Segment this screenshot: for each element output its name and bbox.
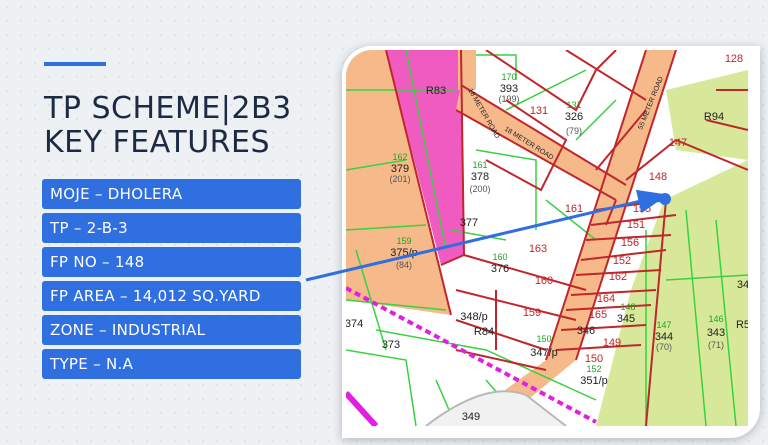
accent-bar: [44, 62, 106, 66]
map-label: (201): [389, 174, 410, 184]
map-label: (71): [708, 340, 724, 350]
map-label: R94: [704, 111, 724, 123]
map-label: R5: [736, 319, 748, 331]
map-label: 349: [462, 411, 480, 423]
map-label: 160: [492, 252, 507, 262]
feature-tp: TP – 2-B-3: [42, 213, 301, 243]
map-label: (70): [656, 342, 672, 352]
page-title: TP SCHEME|2B3 KEY FEATURES: [44, 92, 292, 160]
map-label: 149: [603, 337, 621, 349]
map-label: 159: [396, 236, 411, 246]
map-label: 376: [491, 263, 509, 275]
town-planning-map: 128 R83 170 393 (199) 131 131 326 (79) R94 147 162 3…: [342, 46, 760, 438]
map-label: R84: [474, 326, 494, 338]
map-label: 152: [586, 364, 601, 374]
map-label: 155: [633, 203, 651, 215]
map-label: 378: [471, 171, 489, 183]
map-label: 128: [725, 53, 743, 65]
map-label: 146: [708, 314, 723, 324]
map-label: (200): [469, 184, 490, 194]
map-label: (199): [498, 94, 519, 104]
map-label: 348/p: [460, 311, 488, 323]
map-label: 161: [565, 203, 583, 215]
title-line-2: KEY FEATURES: [44, 125, 271, 160]
map-label: 147: [669, 137, 687, 149]
map-label: 373: [382, 339, 400, 351]
map-label: (79): [566, 126, 582, 136]
map-label: 347/p: [530, 347, 558, 359]
map-label: 34: [737, 279, 748, 291]
map-label: 374: [346, 318, 363, 330]
map-label: 131: [530, 105, 548, 117]
map-label: 346: [577, 325, 595, 337]
map-label: 151: [627, 219, 645, 231]
map-label: 159: [523, 307, 541, 319]
map-label: 161: [472, 160, 487, 170]
map-label: 163: [529, 243, 547, 255]
map-label: 148: [649, 171, 667, 183]
title-line-1: TP SCHEME|2B3: [44, 91, 292, 126]
map-label: 162: [609, 271, 627, 283]
map-label: 150: [536, 334, 551, 344]
map-label: 326: [565, 111, 583, 123]
map-label: 148: [620, 302, 635, 312]
map-label: (84): [396, 260, 412, 270]
map-label: 162: [392, 152, 407, 162]
map-label: 164: [597, 293, 615, 305]
map-label: 147: [656, 320, 671, 330]
feature-zone: ZONE – INDUSTRIAL: [42, 315, 301, 345]
map-label: 170: [501, 72, 516, 82]
map-label: 165: [589, 309, 607, 321]
fp-148-marker: [659, 193, 671, 205]
map-label: 377: [460, 217, 478, 229]
feature-fp-no: FP NO – 148: [42, 247, 301, 277]
map-label: 375/p: [390, 247, 418, 259]
feature-fp-area: FP AREA – 14,012 SQ.YARD: [42, 281, 301, 311]
map-label: 156: [621, 237, 639, 249]
map-label: 131: [566, 100, 581, 110]
map-label: 351/p: [580, 375, 608, 387]
feature-moje: MOJE – DHOLERA: [42, 179, 301, 209]
map-label: 345: [617, 313, 635, 325]
map-label: 343: [707, 327, 725, 339]
key-features-list: MOJE – DHOLERA TP – 2-B-3 FP NO – 148 FP…: [42, 179, 301, 379]
map-label: R83: [426, 85, 446, 97]
map-drawing: 128R83170393(199)131 131326(79)R941471623…: [346, 50, 748, 426]
map-label: 160: [535, 275, 553, 287]
feature-type: TYPE – N.A: [42, 349, 301, 379]
map-label: 152: [613, 255, 631, 267]
